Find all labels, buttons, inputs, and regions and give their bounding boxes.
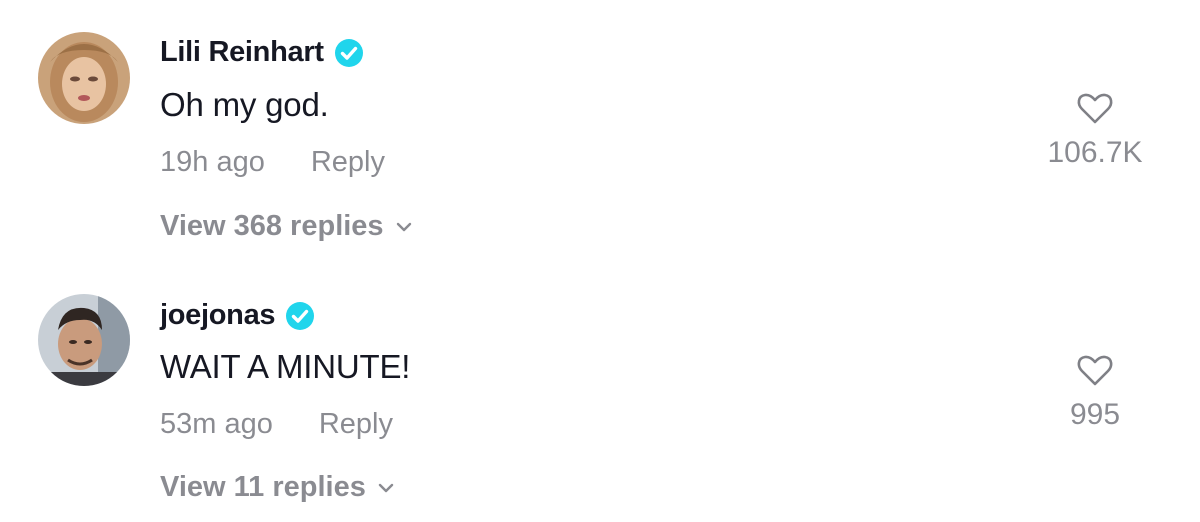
- avatar[interactable]: [38, 32, 130, 124]
- reply-button[interactable]: Reply: [311, 146, 385, 179]
- comment-meta: 53m ago Reply: [160, 408, 393, 441]
- comment-timestamp: 53m ago: [160, 408, 273, 440]
- avatar[interactable]: [38, 294, 130, 386]
- comment-text: WAIT A MINUTE!: [160, 348, 411, 385]
- like-section: 995: [1035, 350, 1155, 432]
- username-label[interactable]: joejonas: [160, 299, 276, 332]
- view-replies-button[interactable]: View 11 replies: [160, 471, 398, 504]
- like-count: 995: [1069, 398, 1121, 431]
- comment-timestamp: 19h ago: [160, 146, 265, 178]
- heart-icon[interactable]: [1075, 88, 1115, 128]
- comment-item: joejonas WAIT A MINUTE! 53m ago Reply Vi…: [0, 270, 1200, 522]
- avatar-image: [38, 32, 130, 124]
- chevron-down-icon: [396, 222, 411, 231]
- username[interactable]: joejonas: [160, 299, 315, 332]
- username-label[interactable]: Lili Reinhart: [160, 36, 324, 69]
- chevron-down-icon: [378, 483, 394, 492]
- comment-meta: 19h ago Reply: [160, 146, 385, 179]
- like-count: 106.7K: [1047, 136, 1143, 169]
- verified-badge-icon: [286, 301, 315, 330]
- verified-badge-icon: [334, 38, 363, 67]
- heart-icon[interactable]: [1075, 350, 1115, 390]
- like-section: 106.7K: [1035, 88, 1155, 170]
- view-replies-label: View 368 replies: [160, 210, 384, 242]
- reply-button[interactable]: Reply: [319, 408, 393, 441]
- username[interactable]: Lili Reinhart: [160, 36, 364, 69]
- view-replies-button[interactable]: View 368 replies: [160, 210, 416, 243]
- comment-item: Lili Reinhart Oh my god. 19h ago Reply V…: [0, 0, 1200, 270]
- view-replies-label: View 11 replies: [160, 471, 366, 503]
- comment-text: Oh my god.: [160, 86, 329, 123]
- avatar-image: [38, 294, 130, 386]
